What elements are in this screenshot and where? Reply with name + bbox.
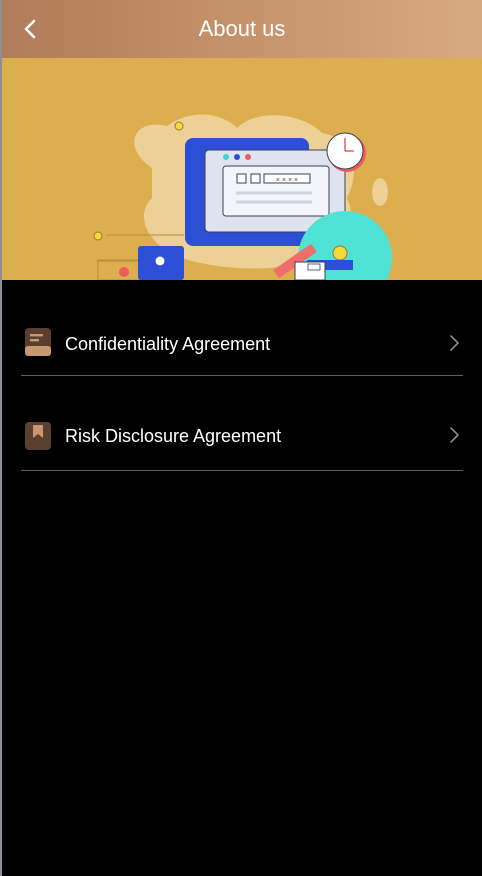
chevron-right-icon [447,424,461,446]
app-header: About us [2,0,482,58]
agreement-list: Confidentiality Agreement Risk Disclosur… [0,280,482,471]
bookmark-icon [25,422,51,450]
banner-illustration: × × × × [2,58,482,280]
list-item-label: Risk Disclosure Agreement [65,426,282,446]
list-item-risk-disclosure[interactable]: Risk Disclosure Agreement [21,376,463,471]
workspace-illustration: × × × × [93,114,392,280]
window-text: × × × × [276,177,298,184]
chevron-right-icon [447,332,461,354]
list-item-confidentiality[interactable]: Confidentiality Agreement [21,280,463,376]
page-title: About us [198,16,286,41]
document-icon [25,328,51,356]
list-item-label: Confidentiality Agreement [65,334,271,354]
